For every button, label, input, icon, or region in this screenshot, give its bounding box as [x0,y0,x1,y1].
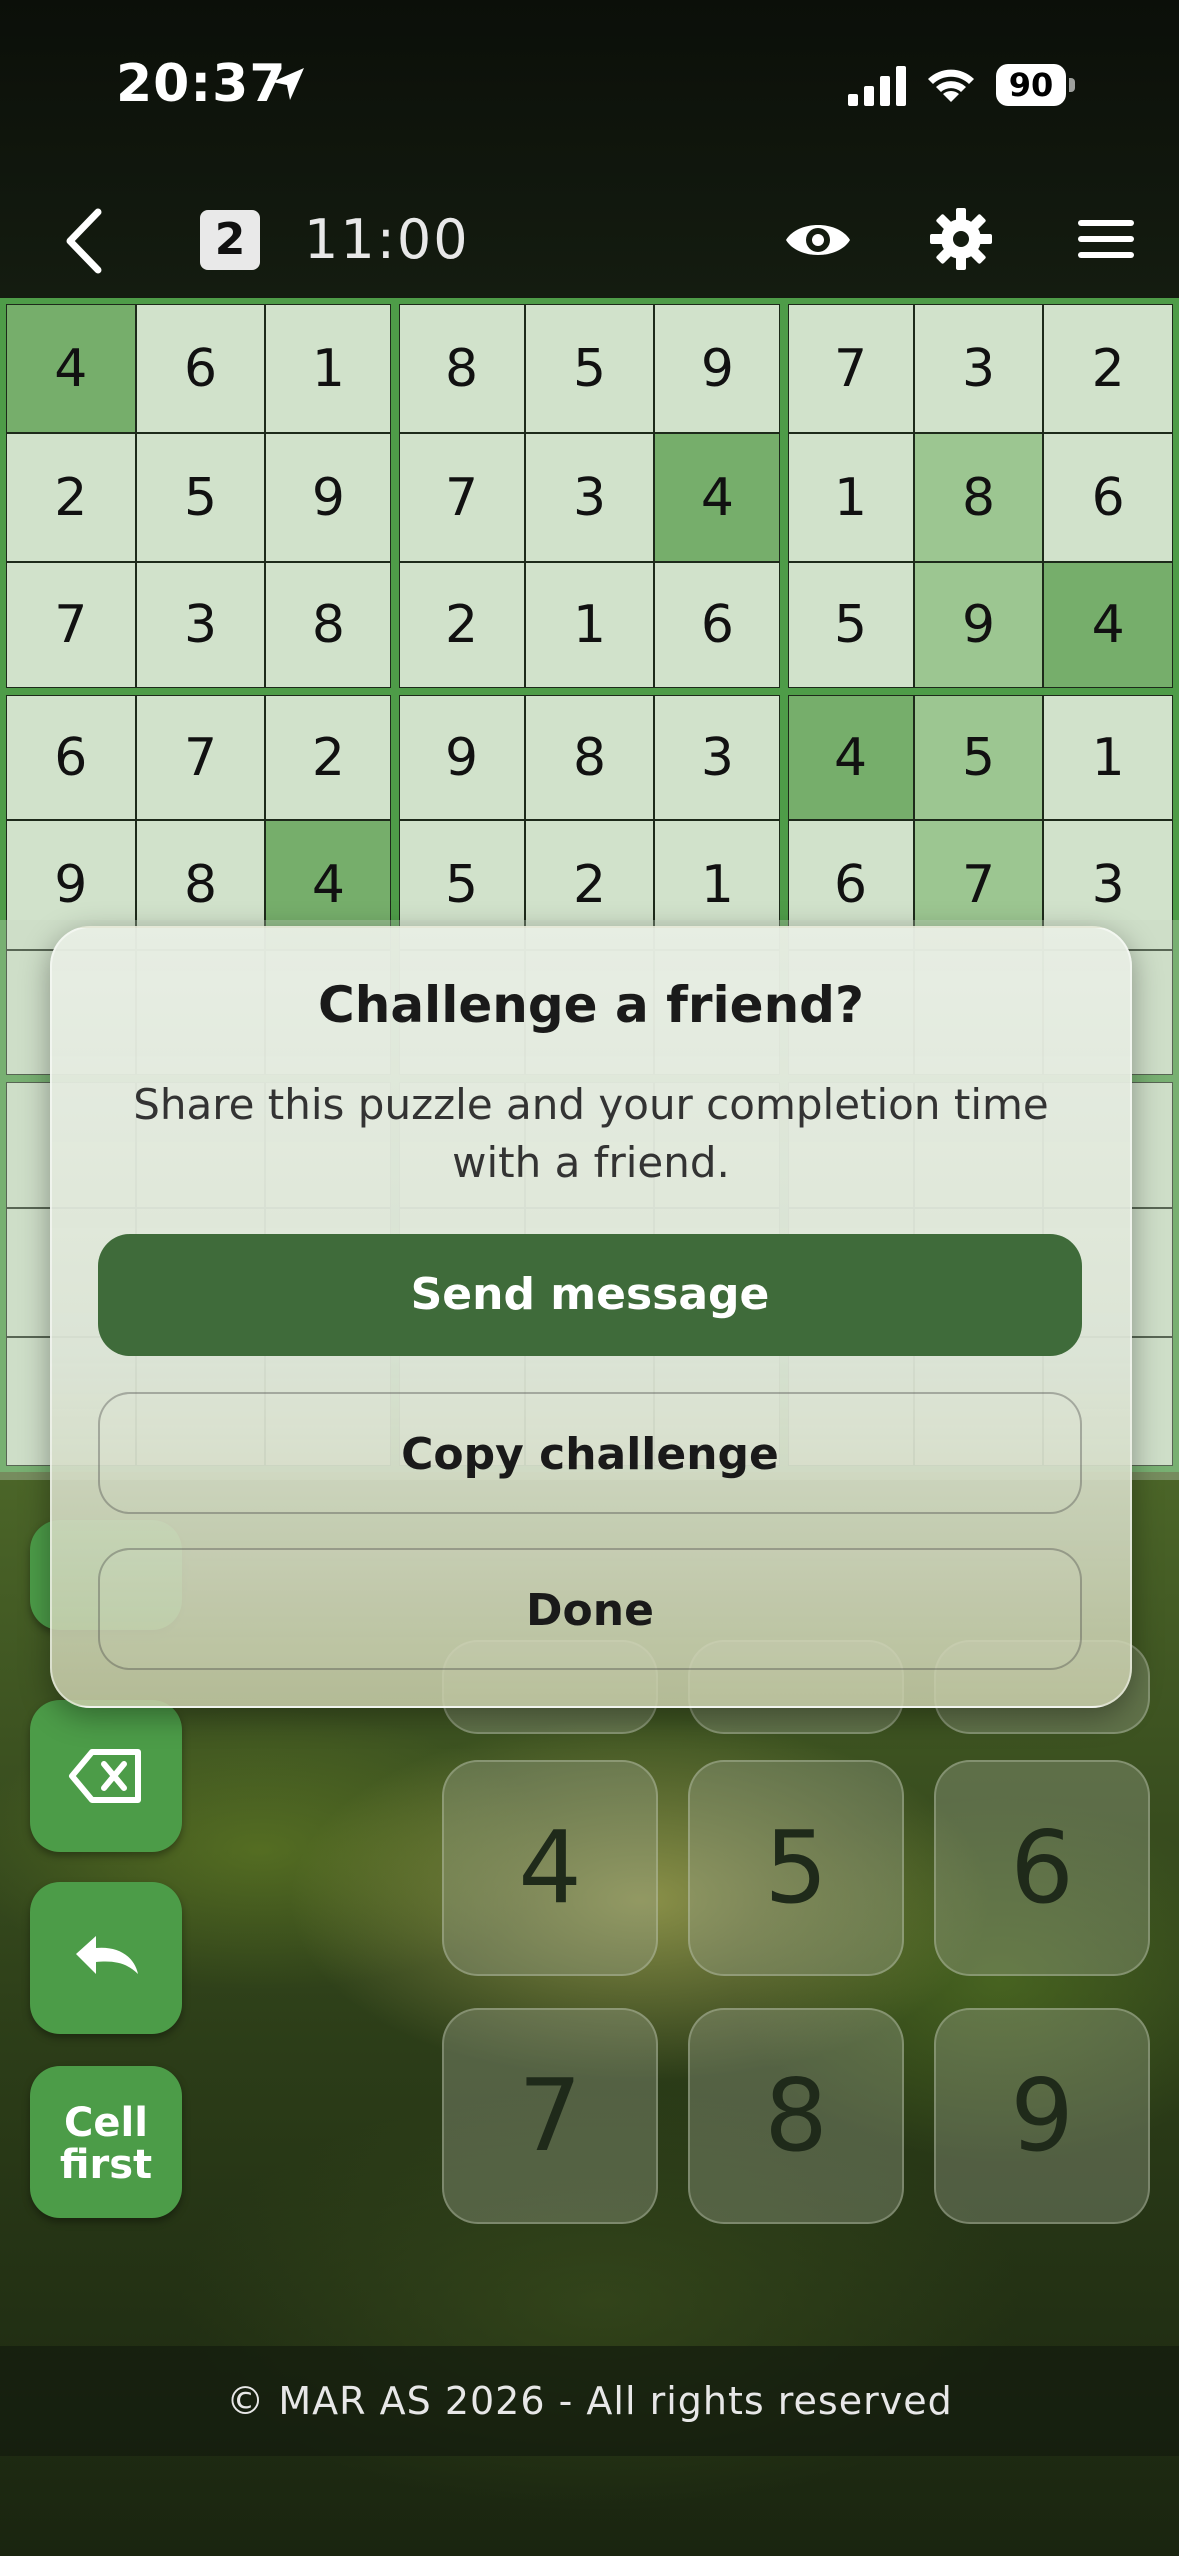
erase-button[interactable] [30,1700,182,1852]
sudoku-cell-r1c8[interactable]: 3 [913,304,1044,434]
sudoku-cell-r4c3[interactable]: 2 [265,694,392,821]
sudoku-cell-r4c1[interactable]: 6 [6,694,136,821]
status-time: 20:37 [116,54,287,114]
sudoku-cell-r4c8[interactable]: 5 [913,694,1044,821]
numpad-key-5[interactable]: 5 [688,1760,904,1976]
sudoku-cell-r3c7[interactable]: 5 [787,562,914,688]
sudoku-cell-r1c3[interactable]: 1 [265,304,392,434]
wifi-icon [928,69,974,102]
gear-icon[interactable] [928,206,994,272]
sudoku-cell-r3c2[interactable]: 3 [135,562,266,688]
backspace-icon [69,1749,141,1803]
battery-level: 90 [996,64,1066,106]
sudoku-cell-r4c2[interactable]: 7 [135,694,266,821]
sudoku-cell-r2c6[interactable]: 4 [654,433,781,563]
numpad-key-4[interactable]: 4 [442,1760,658,1976]
sudoku-cell-r4c4[interactable]: 9 [398,694,525,821]
battery-indicator: 90 [996,64,1076,108]
numpad-key-7[interactable]: 7 [442,2008,658,2224]
sudoku-cell-r1c2[interactable]: 6 [135,304,266,434]
sudoku-cell-r1c4[interactable]: 8 [398,304,525,434]
undo-button[interactable] [30,1882,182,2034]
back-chevron-icon[interactable] [60,206,110,276]
cellular-signal-icon [848,66,906,106]
game-timer: 11:00 [304,208,470,271]
sudoku-cell-r4c6[interactable]: 3 [654,694,781,821]
dialog-title: Challenge a friend? [318,976,864,1034]
sudoku-cell-r2c1[interactable]: 2 [6,433,136,563]
copyright-footer: © MAR AS 2026 - All rights reserved [0,2346,1179,2456]
sudoku-cell-r3c8[interactable]: 9 [913,562,1044,688]
sudoku-cell-r2c9[interactable]: 6 [1043,433,1173,563]
sudoku-cell-r3c6[interactable]: 6 [654,562,781,688]
numpad-key-8[interactable]: 8 [688,2008,904,2224]
challenge-dialog: Challenge a friend? Share this puzzle an… [50,926,1132,1708]
undo-icon [76,1936,138,1974]
sudoku-cell-r1c6[interactable]: 9 [654,304,781,434]
sudoku-cell-r1c5[interactable]: 5 [524,304,655,434]
sudoku-cell-r3c3[interactable]: 8 [265,562,392,688]
location-arrow-icon [272,68,304,100]
sudoku-cell-r1c7[interactable]: 7 [787,304,914,434]
hamburger-menu-icon[interactable] [1076,214,1136,264]
sudoku-cell-r2c5[interactable]: 3 [524,433,655,563]
sudoku-cell-r1c9[interactable]: 2 [1043,304,1173,434]
sudoku-cell-r2c3[interactable]: 9 [265,433,392,563]
dialog-subtitle: Share this puzzle and your completion ti… [133,1080,1049,1187]
status-bar: 20:37 90 [0,0,1179,170]
sudoku-cell-r3c4[interactable]: 2 [398,562,525,688]
copy-challenge-button[interactable]: Copy challenge [98,1392,1082,1514]
eye-icon[interactable] [782,212,854,268]
sudoku-cell-r2c8[interactable]: 8 [913,433,1044,563]
cell-first-toggle[interactable]: Cell first [30,2066,182,2218]
cell-first-line2: first [59,2142,153,2188]
sudoku-cell-r4c5[interactable]: 8 [524,694,655,821]
cell-first-line1: Cell [64,2100,148,2146]
sudoku-cell-r3c5[interactable]: 1 [524,562,655,688]
sudoku-cell-r4c7[interactable]: 4 [787,694,914,821]
sudoku-cell-r2c7[interactable]: 1 [787,433,914,563]
sudoku-cell-r3c9[interactable]: 4 [1043,562,1173,688]
sudoku-cell-r2c4[interactable]: 7 [398,433,525,563]
send-message-button[interactable]: Send message [98,1234,1082,1356]
numpad-key-9[interactable]: 9 [934,2008,1150,2224]
numpad-key-6[interactable]: 6 [934,1760,1150,1976]
difficulty-badge: 2 [200,210,260,270]
done-button[interactable]: Done [98,1548,1082,1670]
sudoku-cell-r2c2[interactable]: 5 [135,433,266,563]
sudoku-cell-r4c9[interactable]: 1 [1043,694,1173,821]
sudoku-cell-r3c1[interactable]: 7 [6,562,136,688]
game-nav-bar: 2 11:00 [0,190,1179,290]
sudoku-cell-r1c1[interactable]: 4 [6,304,136,434]
battery-nub [1069,78,1075,92]
